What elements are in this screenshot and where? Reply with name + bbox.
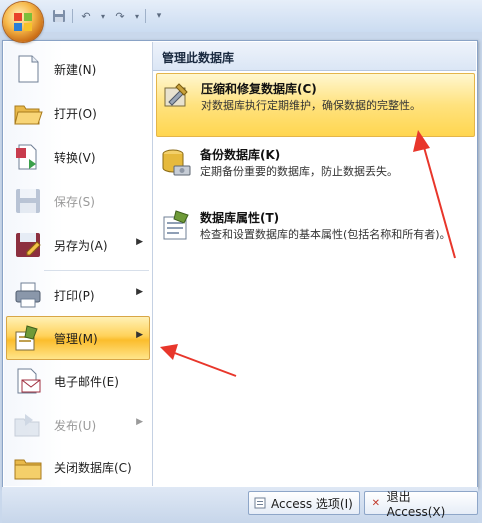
submenu-item-compact-repair[interactable]: 压缩和修复数据库(C) 对数据库执行定期维护，确保数据的完整性。 [156, 73, 475, 137]
access-options-button[interactable]: Access 选项(I) [248, 491, 360, 515]
menu-item-label: 电子邮件(E) [54, 375, 119, 389]
submenu-item-description: 检查和设置数据库的基本属性(包括名称和所有者)。 [200, 228, 451, 241]
save-icon[interactable] [50, 7, 68, 25]
submenu-item-title: 备份数据库(K) [200, 148, 281, 162]
menu-item-save[interactable]: 保存(S) [7, 180, 149, 222]
menu-item-convert[interactable]: 转换(V) [7, 136, 149, 178]
office-logo-icon [14, 13, 32, 31]
menu-item-email[interactable]: 电子邮件(E) [7, 360, 149, 402]
title-strip: ↶ ▾ ↷ ▾ ▾ [0, 0, 482, 42]
menu-item-save-as[interactable]: 另存为(A) ▶ [7, 224, 149, 266]
access-options-label: Access 选项(I) [271, 496, 353, 511]
submenu-item-description: 对数据库执行定期维护，确保数据的完整性。 [201, 99, 421, 112]
submenu-item-title: 压缩和修复数据库(C) [201, 82, 317, 96]
menu-item-manage[interactable]: 管理(M) ▶ [6, 316, 150, 360]
menu-item-publish[interactable]: 发布(U) ▶ [7, 404, 149, 446]
submenu-item-description: 定期备份重要的数据库，防止数据丢失。 [200, 165, 398, 178]
exit-access-button[interactable]: ✕ 退出 Access(X) [364, 490, 478, 519]
submenu-item-title: 数据库属性(T) [200, 211, 280, 225]
submenu-item-backup[interactable]: 备份数据库(K) 定期备份重要的数据库，防止数据丢失。 [156, 140, 473, 194]
menu-item-new[interactable]: 新建(N) [7, 48, 149, 90]
menu-item-label: 新建(N) [54, 63, 97, 77]
menu-separator [44, 270, 149, 271]
menu-item-label: 转换(V) [54, 151, 96, 165]
close-icon: ✕ [371, 497, 381, 509]
redo-dropdown-icon[interactable]: ▾ [133, 7, 141, 25]
menu-item-close-database[interactable]: 关闭数据库(C) [7, 446, 149, 488]
menu-item-label: 打开(O) [54, 107, 97, 121]
menu-footer: Access 选项(I) ✕ 退出 Access(X) [2, 487, 478, 523]
manage-submenu: 管理此数据库 压缩和修复数据库(C) 对数据库执行定期维护，确保数据的完整性。 … [153, 42, 476, 486]
menu-item-label: 发布(U) [54, 419, 97, 433]
exit-access-label: 退出 Access(X) [386, 489, 446, 519]
menu-item-label: 管理(M) [54, 332, 98, 346]
quick-access-toolbar: ↶ ▾ ↷ ▾ ▾ [50, 6, 168, 26]
redo-icon[interactable]: ↷ [111, 7, 129, 25]
qat-separator [145, 9, 146, 23]
office-button[interactable] [3, 2, 43, 42]
menu-item-label: 打印(P) [54, 289, 95, 303]
convert-icon [13, 142, 43, 172]
menu-item-print[interactable]: 打印(P) ▶ [7, 274, 149, 316]
open-folder-icon [13, 98, 43, 128]
menu-item-open[interactable]: 打开(O) [7, 92, 149, 134]
options-icon [253, 496, 267, 510]
manage-icon [13, 323, 43, 353]
submenu-arrow-icon: ▶ [136, 237, 143, 247]
menu-item-label: 另存为(A) [54, 239, 108, 253]
undo-icon[interactable]: ↶ [77, 7, 95, 25]
submenu-arrow-icon: ▶ [136, 417, 143, 427]
printer-icon [13, 280, 43, 310]
backup-database-icon [160, 146, 192, 178]
email-icon [13, 366, 43, 396]
menu-item-label: 关闭数据库(C) [54, 461, 132, 475]
database-properties-icon [160, 209, 192, 241]
compact-repair-icon [161, 80, 193, 112]
new-document-icon [13, 54, 43, 84]
office-menu: 新建(N) 打开(O) 转换(V) 保存(S) 另存为(A) ▶ 打印(P) ▶… [2, 40, 478, 488]
submenu-arrow-icon: ▶ [136, 287, 143, 297]
close-database-icon [13, 452, 43, 482]
submenu-header: 管理此数据库 [153, 42, 476, 71]
submenu-title: 管理此数据库 [162, 51, 235, 65]
menu-commands: 新建(N) 打开(O) 转换(V) 保存(S) 另存为(A) ▶ 打印(P) ▶… [4, 42, 153, 486]
undo-dropdown-icon[interactable]: ▾ [99, 7, 107, 25]
submenu-arrow-icon: ▶ [136, 330, 143, 340]
menu-item-label: 保存(S) [54, 195, 95, 209]
submenu-item-properties[interactable]: 数据库属性(T) 检查和设置数据库的基本属性(包括名称和所有者)。 [156, 203, 473, 267]
save-icon [13, 186, 43, 216]
customize-dropdown-icon[interactable]: ▾ [150, 7, 168, 25]
save-as-icon [13, 230, 43, 260]
qat-separator [72, 9, 73, 23]
publish-icon [13, 410, 43, 440]
